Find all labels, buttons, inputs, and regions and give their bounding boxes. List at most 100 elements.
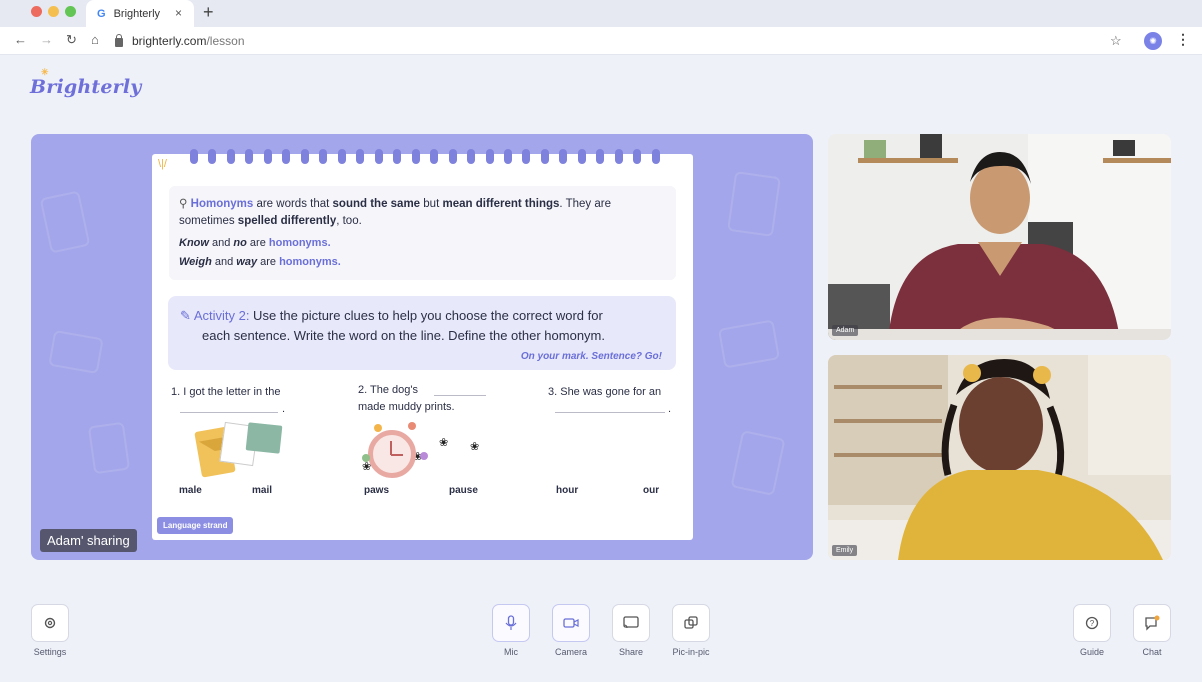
question-2: 2. The dog's — [358, 384, 418, 396]
lock-icon — [115, 33, 123, 47]
definition-bold: mean different things — [442, 198, 560, 210]
settings-label: Settings — [33, 647, 67, 657]
back-arrow-icon[interactable]: ← — [14, 32, 27, 47]
mic-button[interactable] — [492, 604, 530, 642]
close-window-button[interactable] — [31, 6, 42, 17]
question-mark-icon: ? — [1085, 616, 1099, 630]
definition-box: ⚲ Homonyms are words that sound the same… — [169, 186, 676, 280]
example-word: way — [236, 256, 258, 268]
spiral-binding — [190, 149, 660, 165]
example-highlight: homonyms. — [279, 256, 341, 268]
activity-box: ✎ Activity 2: Use the picture clues to h… — [168, 296, 676, 370]
pic-in-pic-label: Pic-in-pic — [672, 647, 710, 657]
activity-line-1: ✎ Activity 2: Use the picture clues to h… — [180, 308, 603, 324]
video-tile-adam[interactable]: Adam — [828, 134, 1171, 340]
word-option[interactable]: mail — [252, 485, 272, 496]
background-doodle — [48, 329, 104, 375]
home-icon[interactable]: ⌂ — [91, 32, 99, 47]
profile-avatar-icon[interactable]: ✺ — [1144, 32, 1162, 50]
word-option[interactable]: hour — [556, 485, 578, 496]
minimize-window-button[interactable] — [48, 6, 59, 17]
svg-text:?: ? — [1090, 619, 1095, 628]
pic-in-pic-button[interactable] — [672, 604, 710, 642]
gear-icon — [44, 617, 56, 629]
google-icon: G — [97, 7, 106, 20]
microphone-icon — [505, 615, 517, 630]
new-tab-button[interactable]: + — [203, 2, 214, 23]
background-doodle — [717, 319, 781, 369]
example-word: Know — [179, 237, 209, 249]
sun-icon: ✳ — [41, 68, 49, 78]
tab-title: Brighterly — [113, 7, 161, 20]
chat-label: Chat — [1142, 647, 1162, 657]
example-word: Weigh — [179, 256, 212, 268]
address-bar-row: ← → ↻ ⌂ brighterly.com/lesson ☆ ✺ ⋮ — [0, 27, 1202, 55]
flower-icon — [374, 424, 382, 432]
background-doodle — [39, 190, 91, 254]
more-menu-icon[interactable]: ⋮ — [1176, 31, 1190, 48]
background-doodle — [727, 171, 781, 237]
activity-label: Activity 2: — [193, 308, 250, 323]
question-3-period: . — [668, 403, 672, 415]
share-button[interactable] — [612, 604, 650, 642]
forward-arrow-icon[interactable]: → — [40, 32, 53, 47]
definition-line-2: sometimes spelled differently, too. — [179, 215, 362, 227]
answer-blank-2[interactable] — [434, 395, 486, 396]
video-name-label: Emily — [832, 545, 858, 556]
bookmark-star-icon[interactable]: ☆ — [1110, 33, 1122, 49]
question-3: 3. She was gone for an — [548, 386, 662, 398]
definition-bold: spelled differently — [237, 215, 337, 227]
reload-icon[interactable]: ↻ — [66, 32, 77, 48]
cast-screen-icon — [623, 616, 639, 629]
settings-button[interactable] — [31, 604, 69, 642]
flower-icon — [408, 422, 416, 430]
answer-blank-1[interactable] — [180, 412, 278, 413]
shared-screen: \|/ ⚲ Homonyms are words that sound the … — [31, 134, 813, 560]
word-option[interactable]: male — [179, 485, 202, 496]
word-option[interactable]: pause — [449, 485, 478, 496]
close-tab-icon[interactable]: × — [175, 6, 182, 20]
question-2-line-2: made muddy prints. — [358, 401, 455, 413]
camera-button[interactable] — [552, 604, 590, 642]
example-line-1: Know and no are homonyms. — [179, 237, 331, 249]
example-text: and — [211, 256, 237, 268]
activity-line-2: each sentence. Write the word on the lin… — [202, 328, 605, 343]
paw-print-icon: ❀ — [439, 437, 449, 449]
url-field[interactable]: brighterly.com/lesson — [115, 31, 1165, 51]
video-name-label: Adam — [832, 325, 859, 336]
sparkle-icon: \|/ — [158, 158, 167, 170]
chat-button[interactable] — [1133, 604, 1171, 642]
word-option[interactable]: paws — [364, 485, 389, 496]
definition-bold: sound the same — [332, 198, 421, 210]
stamp-illustration — [245, 422, 283, 454]
maximize-window-button[interactable] — [65, 6, 76, 17]
example-text: are — [257, 256, 280, 268]
video-camera-icon — [563, 618, 579, 628]
example-line-2: Weigh and way are homonyms. — [179, 256, 341, 268]
chat-bubble-icon — [1145, 615, 1160, 631]
definition-text: sometimes — [179, 215, 238, 227]
question-1: 1. I got the letter in the — [171, 386, 281, 398]
logo-text: Brighterly — [30, 76, 142, 98]
student-video-frame — [828, 355, 1171, 560]
browser-tab[interactable]: G Brighterly × — [86, 0, 194, 27]
video-tile-emily[interactable]: Emily — [828, 355, 1171, 560]
definition-text: but — [420, 198, 443, 210]
word-option[interactable]: our — [643, 485, 659, 496]
guide-button[interactable]: ? — [1073, 604, 1111, 642]
clock-illustration — [368, 430, 416, 478]
sharing-label: Adam' sharing — [40, 529, 137, 552]
definition-text: are words that — [253, 198, 333, 210]
answer-blank-3[interactable] — [555, 412, 665, 413]
url-host: brighterly.com — [132, 34, 207, 48]
search-icon: ⚲ — [179, 198, 188, 210]
question-1-period: . — [282, 403, 286, 415]
browser-tab-bar: G Brighterly × + — [0, 0, 1202, 27]
paw-print-icon: ❀ — [470, 441, 480, 453]
language-strand-badge: Language strand — [157, 517, 234, 534]
definition-text: , too. — [336, 215, 362, 227]
activity-text: Use the picture clues to help you choose… — [249, 308, 603, 323]
example-text: are — [246, 237, 269, 249]
brighterly-logo[interactable]: ✳ Brighterly — [30, 68, 142, 98]
worksheet: \|/ ⚲ Homonyms are words that sound the … — [152, 149, 693, 540]
